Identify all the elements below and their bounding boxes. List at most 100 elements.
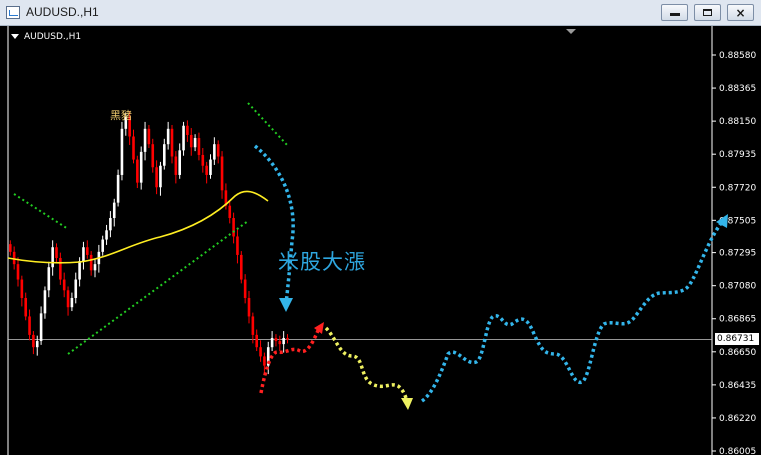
candle-body: [270, 337, 274, 348]
candle-body: [209, 159, 212, 175]
annotation-text: 米股大漲: [278, 250, 366, 274]
candle-body: [186, 125, 189, 135]
candle-body: [220, 156, 224, 191]
candle-body: [236, 236, 239, 255]
candle-body: [120, 128, 124, 175]
candle-body: [74, 279, 78, 298]
candle-body: [159, 165, 162, 188]
candle-body: [170, 128, 174, 157]
chart-area[interactable]: 0.88580 0.88365 0.88150 0.87935 0.87720 0.875…: [0, 26, 761, 455]
down-arrow-head-icon: [279, 298, 293, 312]
candle-body: [105, 230, 108, 240]
candle-body: [112, 202, 116, 219]
close-button[interactable]: ×: [727, 4, 754, 21]
candle-body: [216, 144, 220, 157]
candle-body: [263, 356, 266, 366]
candle-body: [59, 257, 62, 280]
price-tick-label: 0.88580: [719, 51, 756, 61]
candle-body: [255, 334, 258, 348]
candle-body: [55, 247, 58, 258]
candle-body: [240, 254, 243, 280]
candle-body: [197, 138, 201, 155]
candle-body: [12, 251, 16, 265]
down-arrow-line: [253, 144, 295, 305]
candle-body: [70, 297, 74, 308]
price-axis: 0.885800.883650.881500.879350.877200.875…: [712, 51, 756, 455]
candle-body: [243, 279, 247, 298]
candle-body: [16, 264, 20, 280]
candle-body: [93, 264, 97, 271]
minimize-icon: [669, 13, 680, 16]
candle-body: [178, 150, 181, 175]
price-tick-label: 0.87720: [719, 183, 756, 193]
channel-lower-line: [67, 220, 249, 355]
marker-label: 黑豬: [110, 109, 132, 122]
chart-menu-icon[interactable]: [11, 34, 19, 39]
candlesticks: [9, 111, 289, 375]
minimize-button[interactable]: [661, 4, 688, 21]
candle-body: [78, 261, 81, 280]
candle-body: [166, 128, 170, 145]
candle-body: [155, 167, 158, 188]
channel-upper-right-line: [247, 102, 289, 147]
candle-body: [228, 205, 232, 219]
current-price-label: 0.86731: [715, 333, 759, 346]
forecast-yellow-arrow-icon: [401, 398, 413, 410]
maximize-button[interactable]: [694, 4, 721, 21]
price-tick-label: 0.86005: [719, 447, 756, 455]
maximize-icon: [703, 9, 712, 16]
candle-body: [82, 247, 85, 262]
candle-body: [20, 279, 24, 298]
candle-body: [201, 154, 205, 166]
chart-window: AUDUSD.,H1 × 0.88580 0.88365 0.88150 0.8793…: [0, 0, 761, 455]
candle-body: [116, 174, 120, 203]
candle-body: [62, 279, 66, 291]
candle-body: [32, 334, 35, 348]
candle-body: [9, 244, 12, 252]
price-tick-label: 0.86435: [719, 381, 756, 391]
close-icon: ×: [735, 5, 746, 20]
price-tick-label: 0.87295: [719, 249, 756, 259]
candle-body: [259, 347, 262, 357]
candle-body: [274, 337, 278, 342]
candle-body: [101, 239, 104, 252]
candle-body: [278, 341, 282, 345]
price-tick-label: 0.87080: [719, 282, 756, 292]
moving-average-line: [7, 190, 269, 264]
candle-body: [174, 156, 178, 175]
candle-body: [286, 337, 289, 340]
candle-body: [51, 247, 54, 268]
channel-upper-line: [13, 193, 69, 230]
candle-body: [147, 128, 151, 145]
chart-symbol-label: AUDUSD.,H1: [24, 32, 82, 42]
candle-body: [28, 316, 31, 335]
candle-body: [182, 125, 185, 151]
candle-body: [35, 341, 39, 348]
candle-body: [189, 134, 193, 148]
candle-body: [205, 165, 208, 175]
candle-body: [232, 218, 235, 237]
candle-body: [136, 159, 139, 183]
candle-body: [66, 290, 70, 308]
candle-body: [24, 297, 27, 317]
chart-overlays: [7, 102, 728, 410]
candle-body: [39, 313, 43, 342]
candle-body: [43, 290, 47, 314]
forecast-red-line: [259, 325, 322, 394]
candle-body: [163, 144, 166, 166]
price-tick-label: 0.86220: [719, 414, 756, 424]
price-tick-label: 0.88365: [719, 84, 756, 94]
candle-body: [247, 297, 251, 317]
forecast-blue-line: [420, 220, 724, 403]
window-title: AUDUSD.,H1: [26, 5, 99, 19]
candle-body: [251, 316, 255, 335]
candle-body: [47, 267, 51, 291]
candle-body: [86, 247, 89, 255]
candle-body: [89, 254, 93, 271]
title-bar[interactable]: AUDUSD.,H1 ×: [0, 0, 761, 26]
price-tick-label: 0.87935: [719, 150, 756, 160]
chart-canvas[interactable]: 0.885800.883650.881500.879350.877200.875…: [0, 26, 761, 455]
candle-body: [109, 218, 112, 231]
price-tick-label: 0.88150: [719, 117, 756, 127]
candle-body: [151, 144, 155, 168]
